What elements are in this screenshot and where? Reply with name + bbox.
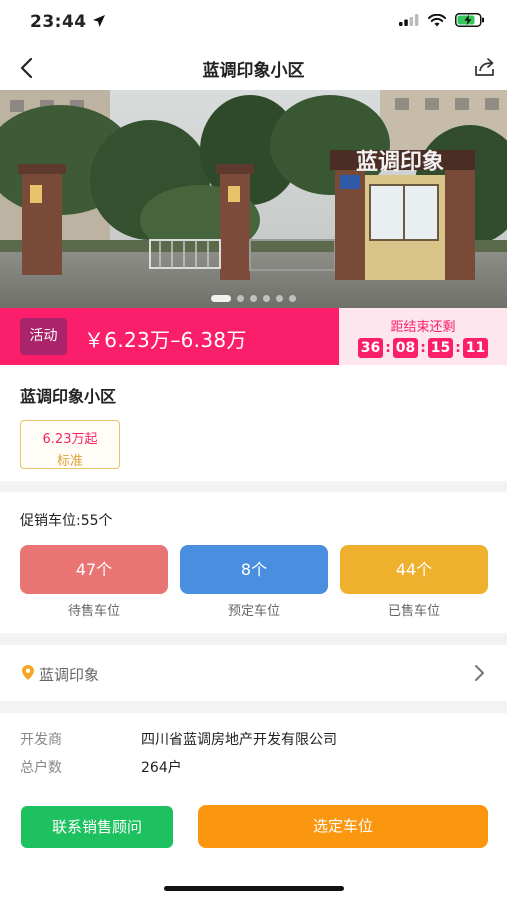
info-key: 开发商: [20, 732, 62, 748]
countdown-label: 距结束还剩: [390, 320, 456, 335]
status-bar: 23:44: [0, 0, 507, 46]
bottom-action-bar: 联系销售顾问 选定车位: [0, 790, 507, 900]
countdown-separator: :: [420, 340, 426, 356]
stat-sold-button[interactable]: 44个: [340, 545, 488, 594]
price-chip[interactable]: 6.23万起 标准: [20, 420, 120, 469]
countdown-timer: 36 : 08 : 15 : 11: [339, 338, 507, 358]
status-icons: [399, 13, 485, 27]
info-value: 264户: [141, 760, 182, 776]
stat-available-label: 待售车位: [67, 604, 120, 619]
chip-price: 6.23万起: [42, 432, 98, 447]
carousel-dot[interactable]: [211, 295, 231, 302]
countdown-panel: 距结束还剩 36 : 08 : 15 : 11: [339, 308, 507, 365]
nav-bar: 蓝调印象小区: [0, 46, 507, 90]
carousel-dot[interactable]: [263, 295, 270, 302]
signal-icon: [399, 14, 419, 26]
countdown-fraction: 11: [463, 338, 488, 358]
info-row-developer: 开发商 四川省蓝调房地产开发有限公司: [20, 729, 337, 749]
info-key: 总户数: [20, 760, 62, 776]
community-name: 蓝调印象小区: [20, 387, 117, 406]
carousel-dot[interactable]: [276, 295, 283, 302]
select-parking-button[interactable]: 选定车位: [198, 805, 488, 848]
carousel-dot[interactable]: [250, 295, 257, 302]
parking-stats-card: 促销车位:55个 47个 待售车位 8个 预定车位 44个 已售车位: [0, 492, 507, 633]
promo-tag: 活动: [20, 318, 67, 355]
promo-price-range: ￥6.23万–6.38万: [84, 328, 247, 352]
location-name: 蓝调印象: [39, 666, 100, 684]
hero-carousel[interactable]: 蓝调印象: [0, 90, 507, 308]
countdown-separator: :: [455, 340, 461, 356]
info-value: 四川省蓝调房地产开发有限公司: [141, 732, 337, 748]
location-arrow-icon: [93, 15, 105, 27]
stat-sold-label: 已售车位: [387, 604, 440, 619]
info-row-households: 总户数 264户: [20, 757, 182, 777]
countdown-seconds: 15: [428, 338, 453, 358]
gate-sign-text: 蓝调印象: [356, 149, 444, 175]
location-pin-icon: [22, 665, 34, 680]
carousel-dot[interactable]: [289, 295, 296, 302]
stat-available-button[interactable]: 47个: [20, 545, 168, 594]
chip-label: 标准: [56, 454, 83, 469]
promo-count-label: 促销车位:55个: [20, 513, 113, 529]
home-indicator: [164, 886, 344, 891]
location-row[interactable]: 蓝调印象: [0, 645, 507, 701]
countdown-hours: 36: [358, 338, 383, 358]
community-card: 蓝调印象小区 6.23万起 标准: [0, 365, 507, 481]
battery-charging-icon: [455, 13, 484, 27]
stat-reserved-button[interactable]: 8个: [180, 545, 328, 594]
carousel-dot[interactable]: [237, 295, 244, 302]
hero-image: 蓝调印象: [0, 90, 507, 308]
countdown-minutes: 08: [393, 338, 418, 358]
share-icon[interactable]: [473, 55, 497, 79]
carousel-dots: [0, 295, 507, 302]
status-time: 23:44: [30, 12, 87, 32]
promo-price-panel: 活动 ￥6.23万–6.38万: [0, 308, 339, 365]
wifi-icon: [428, 13, 446, 26]
contact-sales-button[interactable]: 联系销售顾问: [21, 806, 173, 848]
stat-reserved-label: 预定车位: [227, 604, 280, 619]
countdown-separator: :: [385, 340, 391, 356]
chevron-right-icon: [475, 665, 484, 681]
promo-bar: 活动 ￥6.23万–6.38万 距结束还剩 36 : 08 : 15 : 11: [0, 308, 507, 365]
page-title: 蓝调印象小区: [202, 61, 305, 81]
